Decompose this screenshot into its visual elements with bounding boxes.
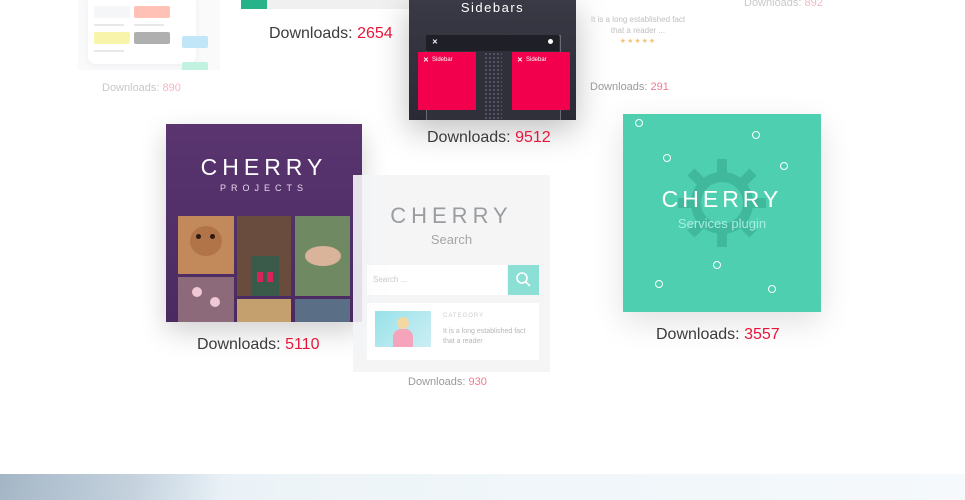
search-button-preview — [508, 265, 539, 295]
gallery-photo — [237, 216, 291, 296]
swatch — [182, 36, 208, 48]
palette-plugin-card[interactable] — [78, 0, 220, 70]
card-accent — [241, 0, 267, 9]
search-result-preview: CATEGORY It is a long established fact t… — [367, 303, 539, 360]
swatch — [182, 62, 208, 70]
downloads-value: 2654 — [357, 25, 393, 42]
ring-decoration — [655, 280, 663, 288]
downloads-label: Downloads: — [744, 0, 802, 9]
downloads-count: Downloads: 2654 — [269, 25, 393, 43]
downloads-value: 9512 — [515, 129, 551, 146]
downloads-value: 892 — [804, 0, 823, 9]
downloads-label: Downloads: — [427, 129, 511, 146]
card-title: CHERRY — [661, 186, 783, 212]
dot-icon — [548, 39, 553, 44]
swatch — [134, 32, 170, 44]
result-category: CATEGORY — [443, 313, 485, 319]
swatch — [94, 32, 130, 44]
downloads-value: 5110 — [285, 336, 320, 353]
downloads-count: Downloads: 892 — [744, 0, 823, 9]
swatch-label — [94, 24, 124, 26]
hero-background-strip — [0, 474, 965, 500]
result-thumbnail — [375, 311, 431, 347]
building-image — [0, 474, 220, 500]
close-icon: ✕ — [423, 57, 429, 64]
top-plugin-card[interactable] — [241, 0, 411, 9]
downloads-count: Downloads: 930 — [408, 376, 487, 388]
review-text: It is a long established fact that a rea… — [590, 15, 686, 35]
cherry-projects-card[interactable]: CHERRY PROJECTS — [166, 124, 362, 322]
layout-topbar: ✕ — [426, 35, 559, 51]
sidebar-label: Sidebar — [432, 57, 453, 63]
swatch-label — [94, 50, 124, 52]
card-title: CHERRY — [200, 154, 328, 180]
ring-decoration — [635, 119, 643, 127]
card-subtitle: Services plugin — [677, 216, 767, 231]
card-title: Sidebars — [460, 0, 525, 15]
close-icon: ✕ — [517, 57, 523, 64]
downloads-label: Downloads: — [269, 25, 353, 42]
downloads-label: Downloads: — [656, 326, 740, 343]
gallery-photo — [295, 299, 350, 322]
ring-decoration — [780, 162, 788, 170]
downloads-count: Downloads: 291 — [590, 81, 669, 93]
swatch — [134, 6, 170, 18]
downloads-value: 890 — [162, 82, 181, 94]
downloads-label: Downloads: — [590, 81, 648, 93]
downloads-count: Downloads: 9512 — [427, 129, 551, 147]
downloads-label: Downloads: — [102, 82, 160, 94]
downloads-count: Downloads: 3557 — [656, 326, 780, 344]
card-subtitle: Search — [430, 232, 473, 247]
search-icon — [516, 272, 531, 287]
sidebar-block-right: ✕ Sidebar — [512, 52, 570, 110]
ring-decoration — [663, 154, 671, 162]
downloads-label: Downloads: — [408, 376, 466, 388]
downloads-value: 3557 — [744, 326, 780, 343]
gallery-photo — [295, 216, 350, 296]
swatch — [94, 6, 130, 18]
downloads-count: Downloads: 5110 — [197, 336, 319, 354]
ring-decoration — [768, 285, 776, 293]
rating-stars-icon: ★★★★★ — [619, 38, 657, 45]
sidebar-label: Sidebar — [526, 57, 547, 63]
close-icon: ✕ — [432, 39, 438, 46]
gallery-photo — [178, 216, 234, 274]
ring-decoration — [713, 261, 721, 269]
gallery-photo — [237, 299, 291, 322]
downloads-count: Downloads: 890 — [102, 82, 181, 94]
cherry-services-card[interactable]: CHERRY Services plugin — [623, 114, 821, 312]
cherry-search-card[interactable]: CHERRY Search Search ... CATEGORY It is … — [353, 175, 550, 372]
ring-decoration — [752, 131, 760, 139]
swatch-label — [134, 24, 164, 26]
card-title: CHERRY — [390, 203, 513, 228]
gallery-photo — [178, 277, 234, 322]
content-grid — [484, 52, 502, 120]
sidebar-block-left: ✕ Sidebar — [418, 52, 476, 110]
downloads-value: 930 — [468, 376, 487, 388]
downloads-value: 291 — [650, 81, 669, 93]
downloads-label: Downloads: — [197, 336, 281, 353]
palette-preview — [88, 0, 196, 64]
card-subtitle: PROJECTS — [219, 183, 308, 193]
search-input-preview: Search ... — [367, 265, 507, 295]
result-text: It is a long established fact that a rea… — [443, 328, 526, 345]
cherry-sidebars-card[interactable]: Sidebars ✕ ✕ Sidebar ✕ Sidebar — [409, 0, 576, 120]
review-plugin-card[interactable]: It is a long established fact that a rea… — [588, 14, 688, 47]
